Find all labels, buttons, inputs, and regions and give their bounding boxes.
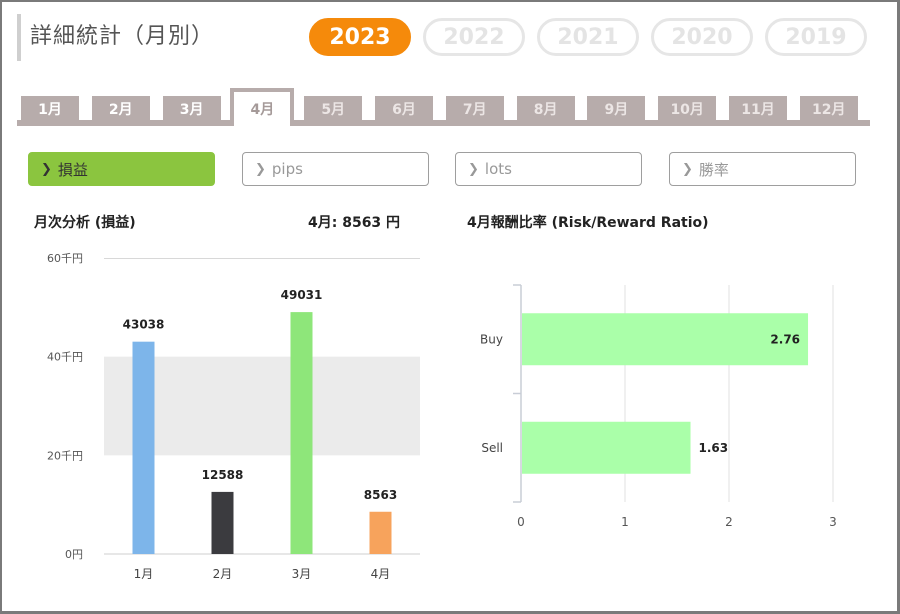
x-tick-label: 3 [829, 515, 837, 529]
bar-data-label: 2.76 [770, 332, 800, 346]
bar-sell[interactable] [522, 421, 691, 474]
x-tick-label: 2 [725, 515, 733, 529]
y-tick-label: Buy [480, 332, 503, 346]
x-tick-label: 0 [517, 515, 525, 529]
bar-data-label: 1.63 [699, 441, 729, 455]
risk-reward-chart: 0 1 2 3 2.76 Buy 1.63 Sell [480, 284, 837, 529]
bar-buy[interactable] [522, 313, 809, 366]
y-tick-label: Sell [481, 441, 503, 455]
x-tick-label: 1 [621, 515, 629, 529]
